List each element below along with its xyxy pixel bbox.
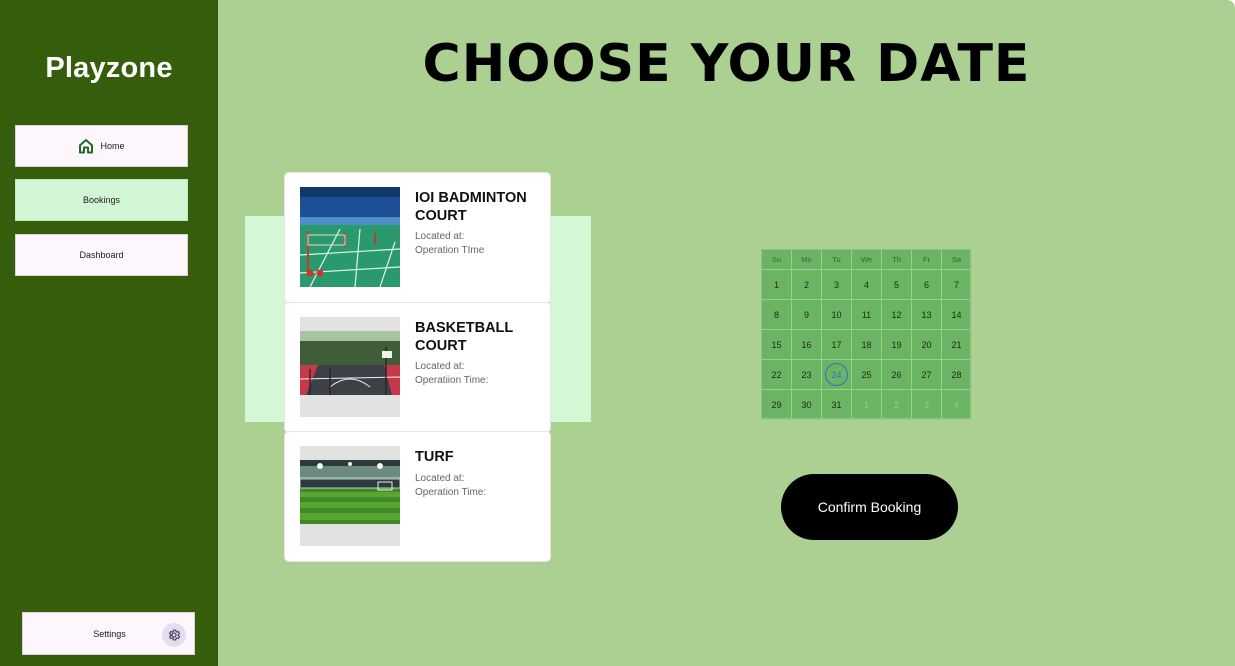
weekday-label: Tu <box>822 250 852 270</box>
calendar-day-next-month[interactable]: 4 <box>942 390 972 420</box>
calendar-day[interactable]: 18 <box>852 330 882 360</box>
weekday-label: Sa <box>942 250 972 270</box>
nav-home-button[interactable]: Home <box>15 125 188 167</box>
venue-location: Located at: <box>415 231 465 242</box>
calendar-day[interactable]: 7 <box>942 270 972 300</box>
calendar-day-next-month[interactable]: 3 <box>912 390 942 420</box>
venue-hours: Operatiion Time: <box>415 375 489 386</box>
settings-button[interactable]: Settings <box>22 612 195 655</box>
gear-icon[interactable] <box>162 623 186 647</box>
calendar-day[interactable]: 26 <box>882 360 912 390</box>
weekday-label: Th <box>882 250 912 270</box>
calendar-day[interactable]: 21 <box>942 330 972 360</box>
calendar-day[interactable]: 8 <box>762 300 792 330</box>
venue-photo-badminton <box>300 187 400 287</box>
calendar-day[interactable]: 5 <box>882 270 912 300</box>
calendar-day[interactable]: 1 <box>762 270 792 300</box>
calendar-day[interactable]: 4 <box>852 270 882 300</box>
nav-home-label: Home <box>100 141 125 151</box>
calendar-day-selected[interactable]: 24 <box>822 360 852 390</box>
nav-bookings-button[interactable]: Bookings <box>15 179 188 221</box>
venue-card-badminton[interactable]: IOI BADMINTON COURT Located at: Operatio… <box>285 173 550 302</box>
calendar-day[interactable]: 31 <box>822 390 852 420</box>
calendar-week: 1 2 3 4 5 6 7 <box>762 270 972 300</box>
calendar-day[interactable]: 27 <box>912 360 942 390</box>
calendar-day[interactable]: 3 <box>822 270 852 300</box>
calendar-week: 22 23 24 25 26 27 28 <box>762 360 972 390</box>
calendar-day-next-month[interactable]: 2 <box>882 390 912 420</box>
calendar-day[interactable]: 12 <box>882 300 912 330</box>
weekday-label: We <box>852 250 882 270</box>
calendar-day[interactable]: 14 <box>942 300 972 330</box>
calendar-day[interactable]: 11 <box>852 300 882 330</box>
venue-name: BASKETBALL COURT <box>415 320 514 354</box>
calendar-day[interactable]: 13 <box>912 300 942 330</box>
calendar-day[interactable]: 19 <box>882 330 912 360</box>
home-icon <box>78 138 94 154</box>
calendar-day[interactable]: 17 <box>822 330 852 360</box>
sidebar: Playzone Home Bookings Dashboard Setting… <box>0 0 218 666</box>
nav-dashboard-button[interactable]: Dashboard <box>15 234 188 276</box>
calendar-day[interactable]: 29 <box>762 390 792 420</box>
calendar-day[interactable]: 25 <box>852 360 882 390</box>
venue-hours: Operation Time: <box>415 487 487 498</box>
calendar-day[interactable]: 20 <box>912 330 942 360</box>
calendar-week: 8 9 10 11 12 13 14 <box>762 300 972 330</box>
confirm-booking-button[interactable]: Confirm Booking <box>781 474 958 540</box>
calendar-day[interactable]: 22 <box>762 360 792 390</box>
date-picker-calendar[interactable]: Su Mo Tu We Th Fr Sa 1 2 3 4 5 6 7 8 9 1… <box>761 249 972 420</box>
main-panel: CHOOSE YOUR DATE IOI BADMINTON COURT Loc… <box>218 0 1235 666</box>
calendar-week: 15 16 17 18 19 20 21 <box>762 330 972 360</box>
calendar-day-next-month[interactable]: 1 <box>852 390 882 420</box>
calendar-week: 29 30 31 1 2 3 4 <box>762 390 972 420</box>
venue-hours: Operation TIme <box>415 245 485 256</box>
calendar-day[interactable]: 9 <box>792 300 822 330</box>
brand-logo: Playzone <box>45 52 173 84</box>
calendar-day[interactable]: 15 <box>762 330 792 360</box>
weekday-label: Fr <box>912 250 942 270</box>
nav-dashboard-label: Dashboard <box>79 250 124 260</box>
selected-day-ring: 24 <box>825 363 848 386</box>
venue-name: IOI BADMINTON COURT <box>415 190 527 224</box>
venue-card-turf[interactable]: TURF Located at: Operation Time: <box>285 432 550 561</box>
page-title: CHOOSE YOUR DATE <box>422 34 1031 94</box>
calendar-day[interactable]: 28 <box>942 360 972 390</box>
venue-card-basketball[interactable]: BASKETBALL COURT Located at: Operatiion … <box>285 303 550 432</box>
nav-bookings-label: Bookings <box>82 195 121 205</box>
calendar-weekday-header: Su Mo Tu We Th Fr Sa <box>762 250 972 270</box>
weekday-label: Mo <box>792 250 822 270</box>
calendar-day[interactable]: 2 <box>792 270 822 300</box>
weekday-label: Su <box>762 250 792 270</box>
venue-location: Located at: <box>415 473 465 484</box>
calendar-day[interactable]: 6 <box>912 270 942 300</box>
calendar-day[interactable]: 16 <box>792 330 822 360</box>
venue-photo-turf <box>300 446 400 546</box>
venue-name: TURF <box>415 449 454 465</box>
calendar-day[interactable]: 23 <box>792 360 822 390</box>
venue-location: Located at: <box>415 361 465 372</box>
calendar-day[interactable]: 10 <box>822 300 852 330</box>
calendar-day[interactable]: 30 <box>792 390 822 420</box>
venue-photo-basketball <box>300 317 400 417</box>
